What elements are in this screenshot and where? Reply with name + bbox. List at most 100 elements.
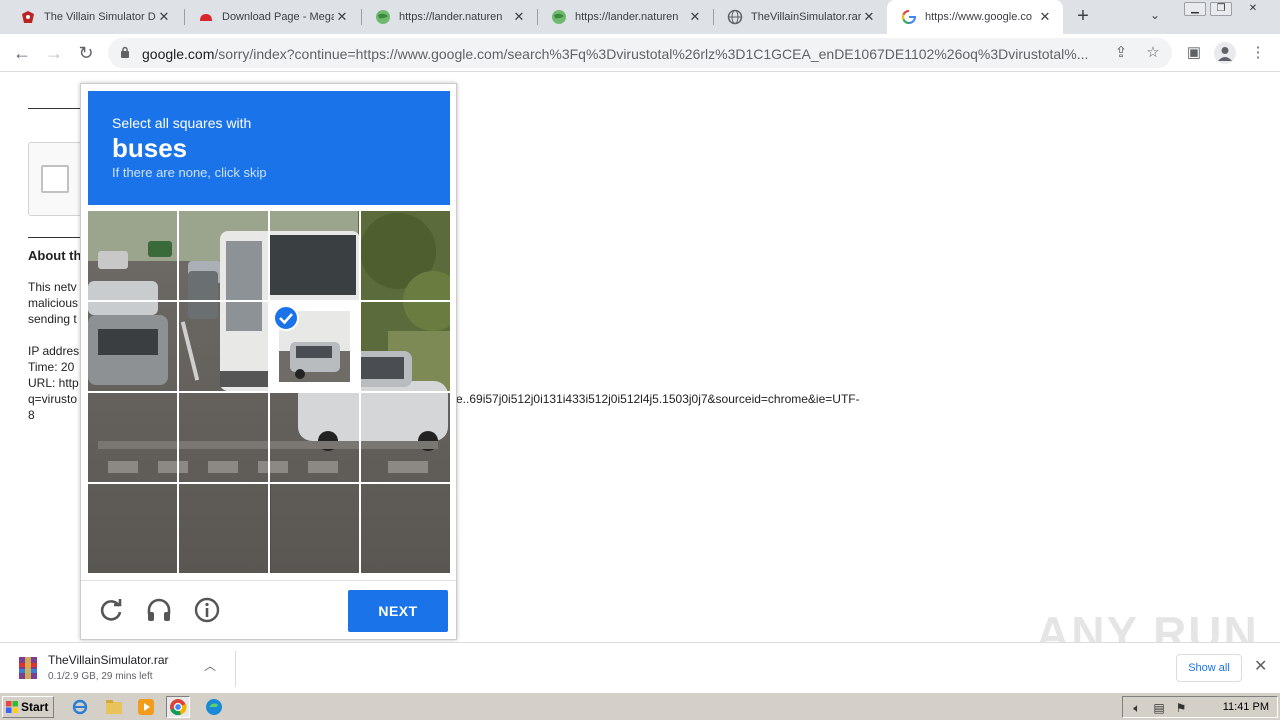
close-tab-icon[interactable]: ✕ <box>861 9 877 25</box>
network-icon[interactable]: ▤ <box>1151 700 1167 716</box>
edge-icon[interactable] <box>202 696 226 718</box>
grid-tile-6[interactable] <box>179 302 268 391</box>
grid-tile-10[interactable] <box>179 393 268 482</box>
tab-villain-simulator[interactable]: The Villain Simulator Do ✕ <box>6 0 182 34</box>
url-line: URL: http <box>28 376 79 390</box>
minimize-window-button[interactable]: ▁ <box>1184 2 1206 16</box>
restore-window-button[interactable]: ❐ <box>1210 2 1232 16</box>
tab-lander-1[interactable]: https://lander.naturen ✕ <box>361 0 537 34</box>
tab-title: Download Page - Mega <box>222 11 334 23</box>
info-icon[interactable] <box>191 594 223 626</box>
tab-mega-download[interactable]: Download Page - Mega ✕ <box>184 0 360 34</box>
close-tab-icon[interactable]: ✕ <box>1037 9 1053 25</box>
grid-tile-15[interactable] <box>270 484 359 573</box>
browser-menu-icon[interactable]: ⋮ <box>1248 43 1268 63</box>
internet-explorer-icon[interactable] <box>68 696 92 718</box>
reload-challenge-icon[interactable] <box>95 594 127 626</box>
grid-tile-9[interactable] <box>88 393 177 482</box>
tab-villain-rar[interactable]: TheVillainSimulator.rar ✕ <box>713 0 887 34</box>
ip-address-line: IP addres <box>28 344 80 358</box>
url-continuation-left: q=virusto <box>28 392 78 406</box>
url-path: /sorry/index?continue=https://www.google… <box>214 46 1089 62</box>
grid-tile-16[interactable] <box>361 484 450 573</box>
chrome-icon[interactable] <box>166 696 190 718</box>
download-bar: TheVillainSimulator.rar 0.1/2.9 GB, 29 m… <box>0 642 1280 692</box>
download-status: 0.1/2.9 GB, 29 mins left <box>48 671 153 682</box>
grid-tile-7-selected[interactable] <box>270 302 359 391</box>
show-all-button[interactable]: Show all <box>1176 654 1242 682</box>
challenge-header: Select all squares with buses If there a… <box>88 91 450 205</box>
tab-title: https://www.google.co <box>925 11 1033 23</box>
divider-line <box>28 108 80 109</box>
tab-lander-2[interactable]: https://lander.naturen ✕ <box>537 0 713 34</box>
grid-tile-4[interactable] <box>361 211 450 300</box>
challenge-prompt: Select all squares with <box>112 115 252 131</box>
recaptcha-challenge-dialog: Select all squares with buses If there a… <box>80 83 457 640</box>
grid-tile-14[interactable] <box>179 484 268 573</box>
download-filename: TheVillainSimulator.rar <box>48 653 169 667</box>
grid-tile-13[interactable] <box>88 484 177 573</box>
close-tab-icon[interactable]: ✕ <box>687 9 703 25</box>
new-tab-button[interactable]: + <box>1072 5 1094 27</box>
download-item[interactable]: TheVillainSimulator.rar 0.1/2.9 GB, 29 m… <box>14 651 236 687</box>
close-tab-icon[interactable]: ✕ <box>511 9 527 25</box>
tab-title: TheVillainSimulator.rar <box>751 11 861 23</box>
start-button[interactable]: Start <box>2 696 54 718</box>
next-button[interactable]: NEXT <box>348 590 448 632</box>
globe-green-favicon-icon <box>375 9 391 25</box>
back-arrow-icon[interactable]: ← <box>10 41 34 65</box>
grid-tile-3[interactable] <box>270 211 359 300</box>
volume-icon[interactable]: 🔈︎ <box>1129 700 1145 716</box>
recaptcha-checkbox[interactable] <box>41 165 69 193</box>
challenge-target: buses <box>112 133 188 163</box>
profile-avatar-icon[interactable] <box>1214 42 1236 64</box>
tab-google-active[interactable]: https://www.google.co ✕ <box>887 0 1063 34</box>
rar-archive-icon <box>19 657 37 679</box>
close-tab-icon[interactable]: ✕ <box>334 9 350 25</box>
challenge-footer: NEXT <box>81 580 456 640</box>
grid-tile-12[interactable] <box>361 393 450 482</box>
grid-tile-5[interactable] <box>88 302 177 391</box>
address-bar[interactable]: google.com/sorry/index?continue=https://… <box>108 38 1172 68</box>
recaptcha-checkbox-widget <box>28 142 88 216</box>
tab-title: https://lander.naturen <box>399 11 503 23</box>
divider-line <box>28 237 80 238</box>
globe-gray-favicon-icon <box>727 9 743 25</box>
grid-tile-11[interactable] <box>270 393 359 482</box>
explanation-line: malicious <box>28 296 79 310</box>
url-host: google.com <box>142 46 215 62</box>
check-circle-icon <box>273 305 299 331</box>
media-player-icon[interactable] <box>134 696 158 718</box>
tab-search-chevron-icon[interactable]: ⌄ <box>1150 8 1160 22</box>
clock[interactable]: 11:41 PM <box>1223 701 1269 713</box>
grid-tile-1[interactable] <box>88 211 177 300</box>
google-favicon-icon <box>901 9 917 25</box>
share-icon[interactable]: ⇪ <box>1112 44 1130 62</box>
reload-icon[interactable]: ↻ <box>74 41 98 65</box>
villain-favicon-icon <box>20 9 36 25</box>
close-window-button[interactable]: ✕ <box>1242 2 1264 16</box>
challenge-hint: If there are none, click skip <box>112 165 267 180</box>
close-download-bar-icon[interactable]: ✕ <box>1254 656 1267 676</box>
action-center-flag-icon[interactable]: ⚑ <box>1173 700 1189 716</box>
url-continuation-right: e..69i57j0i512j0i131i433i512j0i512l4j5.1… <box>456 392 860 406</box>
audio-challenge-icon[interactable] <box>143 594 175 626</box>
grid-tile-8[interactable] <box>361 302 450 391</box>
grid-tile-2[interactable] <box>179 211 268 300</box>
side-panel-icon[interactable]: ▣ <box>1184 43 1204 63</box>
file-explorer-icon[interactable] <box>102 696 126 718</box>
tab-strip: The Villain Simulator Do ✕ Download Page… <box>0 0 1280 34</box>
image-grid <box>88 211 450 573</box>
url-text[interactable]: google.com/sorry/index?continue=https://… <box>142 46 1108 62</box>
tab-title: https://lander.naturen <box>575 11 679 23</box>
chevron-up-icon[interactable]: ︿ <box>204 657 216 674</box>
bookmark-star-icon[interactable]: ☆ <box>1144 44 1162 62</box>
close-tab-icon[interactable]: ✕ <box>156 9 172 25</box>
globe-green-favicon-icon <box>551 9 567 25</box>
forward-arrow-icon[interactable]: → <box>42 41 66 65</box>
time-line: Time: 20 <box>28 360 75 374</box>
tab-title: The Villain Simulator Do <box>44 11 156 23</box>
explanation-line: This netv <box>28 280 77 294</box>
windows-taskbar: Start 🔈︎ ▤ ⚑ 11:41 PM <box>0 692 1280 720</box>
mega-favicon-icon <box>198 9 214 25</box>
